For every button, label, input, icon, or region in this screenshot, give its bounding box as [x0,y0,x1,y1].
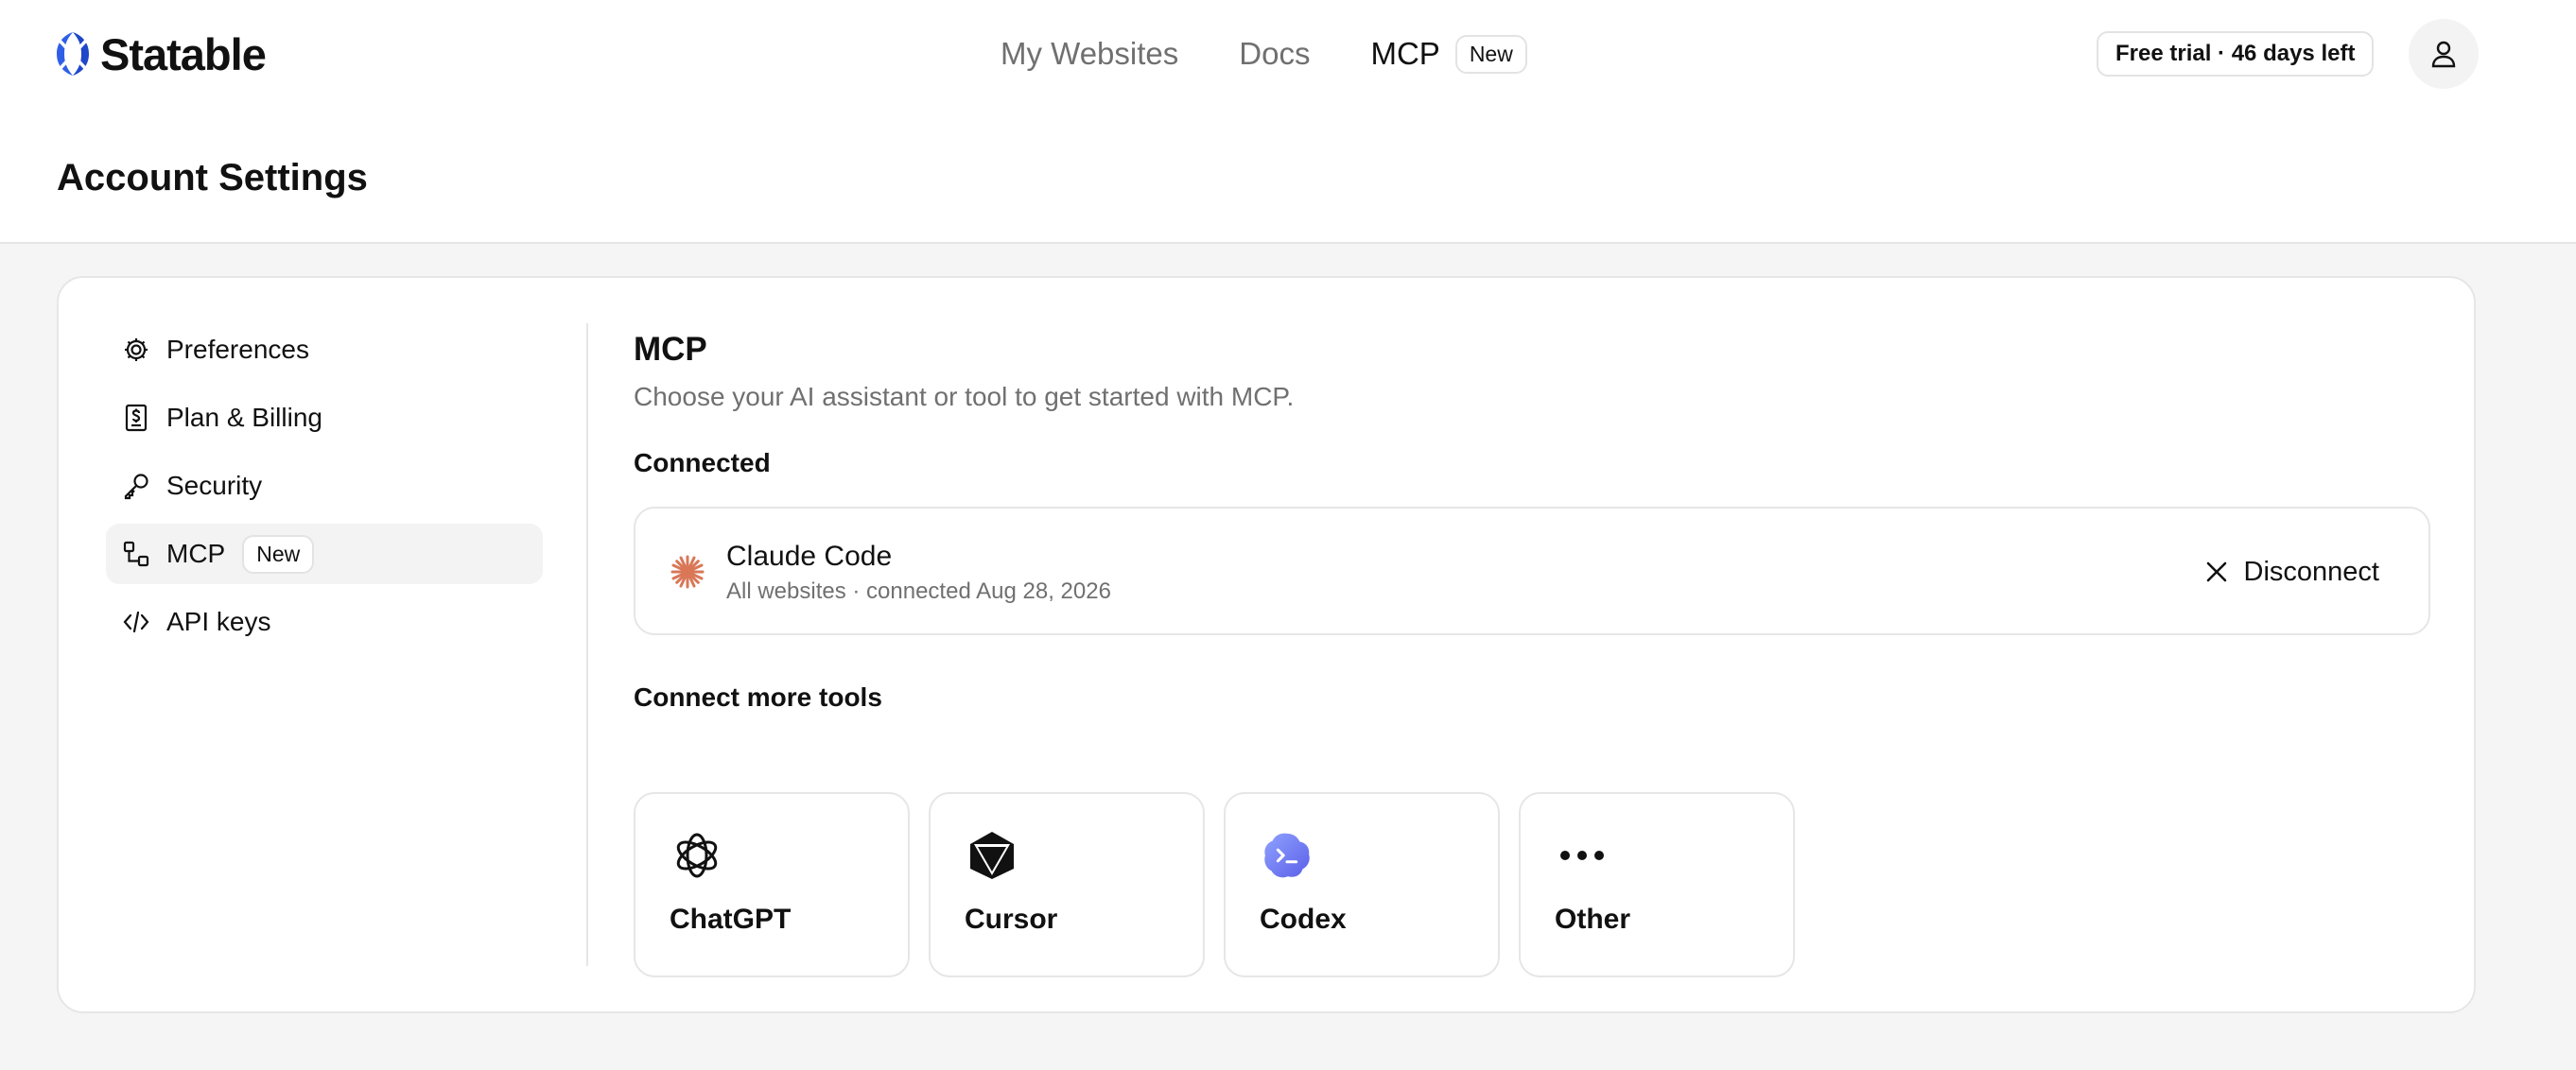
close-icon [2206,561,2226,582]
codex-icon [1262,830,1313,881]
nav-mcp-new-badge: New [1454,34,1527,74]
main-nav: My Websites Docs MCP New [1001,32,1527,76]
connected-tool-name: Claude Code [726,541,893,572]
code-icon [121,607,151,637]
claude-icon [670,555,705,589]
statable-logo-icon [57,32,89,76]
disconnect-label: Disconnect [2243,556,2379,587]
sidebar-item-label: API keys [166,607,271,636]
key-icon [121,471,151,501]
tool-label: Other [1555,904,1631,935]
user-icon [2431,41,2456,68]
connected-tool-row: Claude Code All websites · connected Aug… [634,507,2430,635]
billing-icon [121,403,151,433]
section-heading: MCP [634,331,707,368]
sidebar-item-preferences[interactable]: Preferences [106,319,543,380]
tool-card-cursor[interactable]: Cursor [929,792,1205,977]
sidebar-item-label: MCP [166,539,226,568]
sidebar-item-label: Preferences [166,335,309,364]
tool-card-chatgpt[interactable]: ChatGPT [634,792,910,977]
gear-icon [121,335,151,365]
connected-heading: Connected [634,448,771,477]
sidebar-mcp-new-badge: New [242,534,315,574]
tool-card-other[interactable]: Other [1519,792,1795,977]
nav-mcp[interactable]: MCP [1370,36,1439,72]
tool-label: Codex [1260,904,1347,935]
nav-my-websites[interactable]: My Websites [1001,36,1178,72]
mcp-icon [121,539,151,569]
user-avatar-button[interactable] [2409,19,2479,89]
sidebar-item-security[interactable]: Security [106,456,543,516]
connected-tool-meta: All websites · connected Aug 28, 2026 [726,578,1111,604]
tool-grid: ChatGPT Cursor Codex Other [634,792,1814,977]
connect-more-heading: Connect more tools [634,682,882,712]
sidebar-divider [586,323,588,966]
disconnect-button[interactable]: Disconnect [2204,550,2379,594]
sidebar-item-label: Plan & Billing [166,403,322,432]
settings-sidebar: Preferences Plan & Billing Security MCP … [106,319,543,660]
statable-logo[interactable]: Statable [55,28,267,79]
app-name: Statable [100,28,267,79]
chatgpt-icon [671,830,722,881]
tool-label: Cursor [965,904,1058,935]
page-title: Account Settings [57,157,368,198]
cursor-icon [966,830,1018,881]
sidebar-item-api-keys[interactable]: API keys [106,592,543,652]
sidebar-item-label: Security [166,471,263,500]
tool-card-codex[interactable]: Codex [1224,792,1500,977]
section-subtitle: Choose your AI assistant or tool to get … [634,382,1295,411]
more-icon [1557,830,1608,881]
sidebar-item-mcp[interactable]: MCP New [106,524,543,584]
settings-card: Preferences Plan & Billing Security MCP … [57,276,2476,1013]
top-header: Statable My Websites Docs MCP New Free t… [0,0,2576,244]
free-trial-badge[interactable]: Free trial · 46 days left [2097,31,2375,77]
nav-docs[interactable]: Docs [1239,36,1310,72]
sidebar-item-plan-billing[interactable]: Plan & Billing [106,388,543,448]
tool-label: ChatGPT [670,904,792,935]
mcp-panel: MCP Choose your AI assistant or tool to … [634,331,2430,977]
